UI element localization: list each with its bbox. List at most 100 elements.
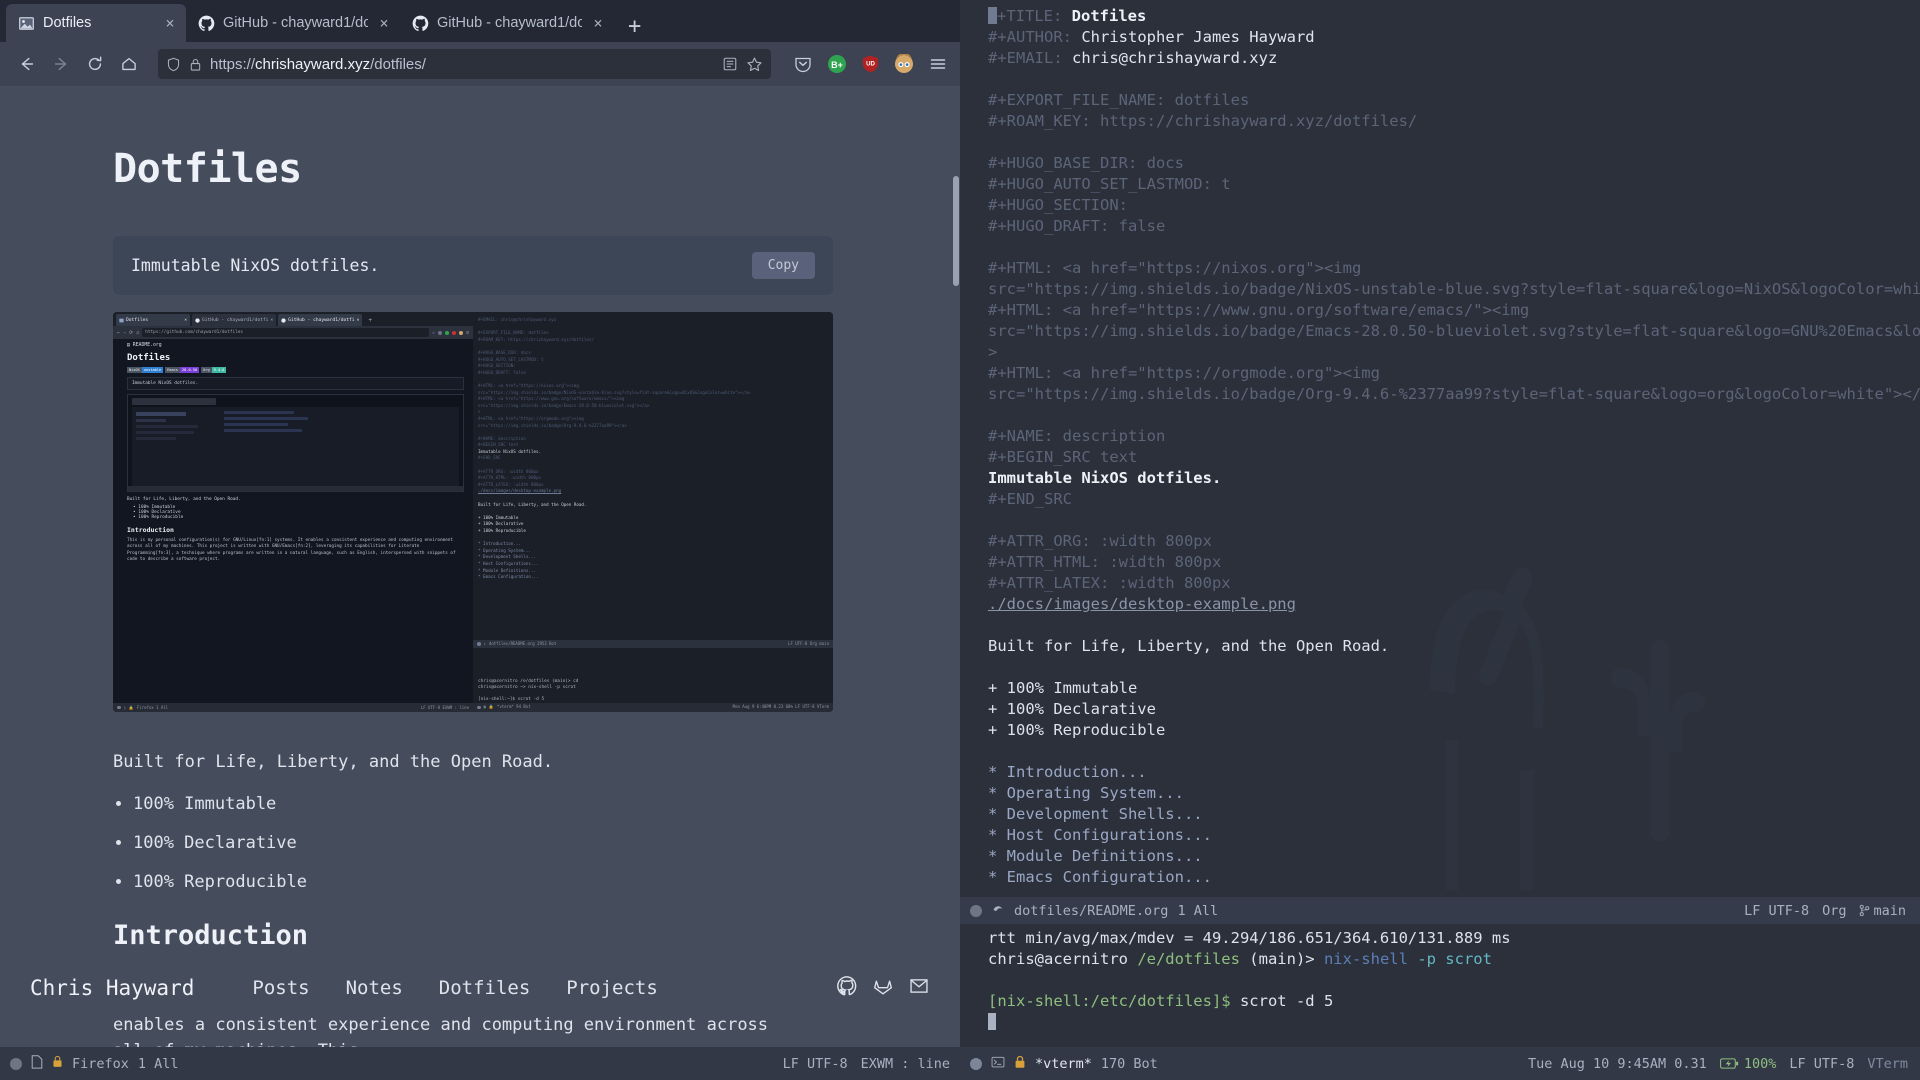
browser-tab-title: GitHub - chayward1/dotfi bbox=[223, 15, 368, 31]
terminal-cursor bbox=[988, 1013, 996, 1030]
new-tab-button[interactable]: + bbox=[614, 16, 655, 42]
mini-bitwarden-icon bbox=[444, 330, 449, 335]
bookmark-star-icon[interactable] bbox=[746, 56, 763, 73]
org-line bbox=[988, 741, 1920, 762]
social-links bbox=[836, 975, 930, 1001]
scrollbar-thumb[interactable] bbox=[953, 176, 959, 286]
terminal-line: [nix-shell:/etc/dotfiles]$ scrot -d 5 bbox=[988, 991, 1920, 1012]
modeline-major-mode: EXWM : line bbox=[860, 1055, 950, 1072]
org-line: * Operating System... bbox=[988, 783, 1920, 804]
github-icon[interactable] bbox=[836, 975, 858, 1001]
tab-close-icon[interactable]: × bbox=[376, 14, 392, 32]
browser-toolbar: https://chrishayward.xyz/dotfiles/ B+ UD bbox=[0, 42, 960, 86]
pocket-icon[interactable] bbox=[793, 54, 813, 74]
nav-link-dotfiles[interactable]: Dotfiles bbox=[439, 977, 531, 999]
git-branch-icon bbox=[1860, 904, 1870, 917]
mini-org-modeline: ✦ dotfiles/README.org 2953 Bot LF UTF-8 … bbox=[473, 640, 833, 648]
browser-tab-0[interactable]: Dotfiles × bbox=[6, 4, 186, 42]
mini-paragraph: This is my personal configuration(s) for… bbox=[127, 538, 456, 563]
mini-org-modeline-left: dotfiles/README.org 2953 Bot bbox=[488, 640, 557, 646]
forward-button[interactable] bbox=[46, 49, 76, 79]
back-button[interactable] bbox=[12, 49, 42, 79]
tab-close-icon[interactable]: × bbox=[590, 14, 606, 32]
extension-icons: B+ UD bbox=[785, 54, 948, 74]
description-text: Immutable NixOS dotfiles. bbox=[131, 256, 380, 275]
org-line: src="https://img.shields.io/badge/NixOS-… bbox=[988, 279, 1920, 300]
org-text: #+AUTHOR: bbox=[988, 28, 1082, 46]
mini-page: ▤ README.org Dotfiles NixOS unstable Emac… bbox=[113, 339, 473, 712]
copy-button[interactable]: Copy bbox=[751, 252, 815, 279]
org-line: * Development Shells... bbox=[988, 804, 1920, 825]
account-avatar-icon[interactable] bbox=[894, 54, 914, 74]
org-line: #+ATTR_LATEX: :width 800px bbox=[988, 573, 1920, 594]
page-content: Dotfiles Immutable NixOS dotfiles. Copy … bbox=[0, 86, 960, 1047]
tab-close-icon[interactable]: × bbox=[162, 14, 178, 32]
terminal-text: /e/dotfiles bbox=[1137, 950, 1240, 968]
firefox-modeline: Firefox 1 All LF UTF-8 EXWM : line bbox=[0, 1047, 960, 1080]
mini-back-icon: ← bbox=[117, 329, 121, 336]
svg-text:B+: B+ bbox=[831, 60, 843, 70]
nav-link-projects[interactable]: Projects bbox=[566, 977, 658, 999]
mini-badges: NixOS unstable Emacs 28.0.50 Org 9.4.6 bbox=[127, 367, 464, 373]
org-text: * Introduction... bbox=[988, 763, 1147, 781]
org-buffer[interactable]: +TITLE: Dotfiles #+AUTHOR: Christopher Ja… bbox=[960, 0, 1920, 897]
gitlab-icon[interactable] bbox=[872, 975, 894, 1001]
mini-status-left: *vterm* 94 Bot bbox=[496, 704, 531, 710]
mini-forward-icon: → bbox=[123, 329, 127, 336]
reload-button[interactable] bbox=[80, 49, 110, 79]
modeline-coding: LF UTF-8 bbox=[782, 1055, 848, 1072]
org-line bbox=[988, 237, 1920, 258]
org-text: #+HTML: <a href="https://orgmode.org"><i… bbox=[988, 364, 1380, 382]
org-modeline: dotfiles/README.org 1 All LF UTF-8 Org m… bbox=[960, 897, 1920, 924]
mini-url-text: https://github.com/chayward1/dotfiles bbox=[142, 328, 429, 337]
org-text: #+END_SRC bbox=[988, 490, 1072, 508]
ublock-origin-icon[interactable]: UD bbox=[861, 54, 880, 74]
desktop-example-screenshot[interactable]: Dotfiles × GitHub - chayward1/dotfi × Gi… bbox=[113, 312, 833, 712]
status-datetime: Tue Aug 10 9:45AM 0.31 bbox=[1528, 1055, 1707, 1072]
shield-icon[interactable] bbox=[166, 57, 181, 72]
org-text: #+HUGO_AUTO_SET_LASTMOD: t bbox=[988, 175, 1231, 193]
org-coding: LF UTF-8 bbox=[1744, 902, 1810, 919]
org-line bbox=[988, 69, 1920, 90]
nav-link-notes[interactable]: Notes bbox=[346, 977, 403, 999]
hamburger-menu-icon[interactable] bbox=[928, 54, 948, 74]
bitwarden-icon[interactable]: B+ bbox=[827, 54, 847, 74]
section-heading-introduction: Introduction bbox=[113, 920, 309, 951]
terminal-line bbox=[988, 1012, 1920, 1033]
mail-icon[interactable] bbox=[908, 975, 930, 1001]
mini-tab-0: Dotfiles × bbox=[116, 314, 190, 326]
org-text: * Module Definitions... bbox=[988, 847, 1203, 865]
terminal-line: chris@acernitro /e/dotfiles (main)> nix-… bbox=[988, 949, 1920, 970]
mini-tab-bar: Dotfiles × GitHub - chayward1/dotfi × Gi… bbox=[113, 312, 473, 326]
url-bar[interactable]: https://chrishayward.xyz/dotfiles/ bbox=[158, 49, 771, 79]
reader-view-icon[interactable] bbox=[722, 56, 738, 72]
org-modeline-right: LF UTF-8 Org main bbox=[1744, 903, 1906, 919]
org-text: + 100% Immutable bbox=[988, 679, 1138, 697]
lock-icon[interactable] bbox=[189, 57, 202, 72]
org-text: #+HUGO_BASE_DIR: docs bbox=[988, 154, 1184, 172]
site-footer: Chris Hayward Posts Notes Dotfiles Proje… bbox=[0, 962, 960, 1014]
org-line: * Module Definitions... bbox=[988, 846, 1920, 867]
org-text: #+ATTR_HTML: :width 800px bbox=[988, 553, 1222, 571]
mini-firefox: Dotfiles × GitHub - chayward1/dotfi × Gi… bbox=[113, 312, 473, 712]
vterm-buffer[interactable]: rtt min/avg/max/mdev = 49.294/186.651/36… bbox=[960, 924, 1920, 1047]
lock-icon bbox=[52, 1055, 63, 1072]
site-brand[interactable]: Chris Hayward bbox=[30, 976, 194, 1000]
home-button[interactable] bbox=[114, 49, 144, 79]
mini-section-heading: Introduction bbox=[127, 526, 174, 534]
file-icon bbox=[31, 1054, 43, 1073]
terminal-icon bbox=[991, 1055, 1005, 1073]
list-item: 100% Declarative bbox=[133, 833, 960, 853]
org-line: src="https://img.shields.io/badge/Org-9.… bbox=[988, 384, 1920, 405]
nav-link-posts[interactable]: Posts bbox=[252, 977, 309, 999]
mini-tab-title: GitHub - chayward1/dotfi bbox=[288, 317, 355, 323]
browser-tab-1[interactable]: GitHub - chayward1/dotfi × bbox=[186, 4, 400, 42]
git-branch: main bbox=[1859, 903, 1906, 919]
org-text: Christopher James Hayward bbox=[1081, 28, 1315, 46]
page-scrollbar[interactable] bbox=[952, 172, 960, 1047]
browser-tab-2[interactable]: GitHub - chayward1/dotfi × bbox=[400, 4, 614, 42]
mini-modeline-left: Firefox 1 All bbox=[136, 705, 169, 710]
org-line: +TITLE: Dotfiles bbox=[988, 6, 1920, 27]
lock-icon bbox=[1014, 1055, 1026, 1073]
org-line: + 100% Immutable bbox=[988, 678, 1920, 699]
